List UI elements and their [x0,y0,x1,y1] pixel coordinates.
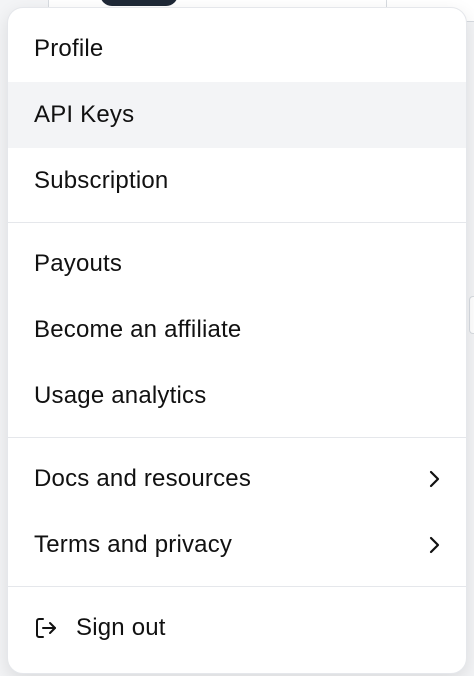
chevron-right-icon [424,468,446,490]
menu-separator [8,586,466,587]
background-edge-control [469,296,474,334]
menu-item-label: Become an affiliate [34,316,242,343]
sign-out-button[interactable]: Sign out [8,595,466,661]
menu-item-become-affiliate[interactable]: Become an affiliate [8,297,466,363]
menu-item-profile[interactable]: Profile [8,16,466,82]
app-background: Profile API Keys Subscription Payouts Be… [0,0,474,676]
menu-item-label: API Keys [34,101,135,128]
menu-separator [8,437,466,438]
menu-item-terms-and-privacy[interactable]: Terms and privacy [8,512,466,578]
chevron-right-icon [424,534,446,556]
menu-item-label: Profile [34,35,104,62]
menu-item-subscription[interactable]: Subscription [8,148,466,214]
sign-out-icon [32,614,60,642]
menu-item-label: Docs and resources [34,465,252,492]
menu-item-api-keys[interactable]: API Keys [8,82,466,148]
sign-out-label: Sign out [76,614,166,641]
menu-item-label: Subscription [34,167,169,194]
menu-group-resources: Docs and resources Terms and privacy [8,446,466,578]
menu-separator [8,222,466,223]
menu-item-payouts[interactable]: Payouts [8,231,466,297]
account-dropdown-menu: Profile API Keys Subscription Payouts Be… [7,7,467,674]
menu-item-label: Payouts [34,250,123,277]
menu-item-label: Terms and privacy [34,531,233,558]
menu-group-affiliate: Payouts Become an affiliate Usage analyt… [8,231,466,429]
menu-item-label: Usage analytics [34,382,207,409]
menu-group-account: Profile API Keys Subscription [8,16,466,214]
background-graphic [100,0,178,6]
menu-item-usage-analytics[interactable]: Usage analytics [8,363,466,429]
menu-item-docs-and-resources[interactable]: Docs and resources [8,446,466,512]
